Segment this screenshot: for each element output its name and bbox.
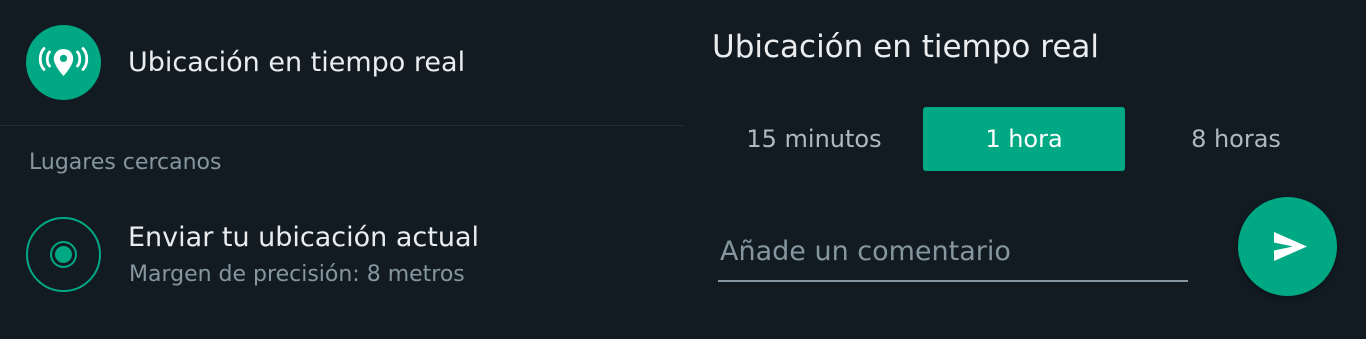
live-location-label: Ubicación en tiempo real [128, 47, 466, 78]
duration-option-1-hour[interactable]: 1 hora [923, 107, 1125, 171]
duration-option-8-hours[interactable]: 8 horas [1142, 107, 1330, 171]
current-location-dot [55, 246, 72, 263]
current-location-ring [50, 241, 77, 268]
current-location-title: Enviar tu ubicación actual [128, 222, 479, 253]
location-options-panel: Ubicación en tiempo real Lugares cercano… [0, 0, 684, 339]
share-panel-title: Ubicación en tiempo real [712, 29, 1100, 65]
live-location-share-panel: Ubicación en tiempo real 15 minutos 1 ho… [684, 0, 1366, 339]
location-share-screen: Ubicación en tiempo real Lugares cercano… [0, 0, 1366, 339]
send-current-location-option[interactable]: Enviar tu ubicación actual Margen de pre… [0, 205, 684, 305]
current-location-icon [26, 217, 101, 292]
divider [0, 125, 684, 126]
send-icon [1274, 232, 1307, 261]
nearby-places-heading: Lugares cercanos [29, 150, 222, 175]
comment-input[interactable] [718, 226, 1188, 276]
duration-option-15-minutes[interactable]: 15 minutos [722, 107, 906, 171]
send-button[interactable] [1238, 197, 1337, 296]
current-location-accuracy: Margen de precisión: 8 metros [129, 262, 465, 287]
comment-field [718, 226, 1188, 282]
live-location-option[interactable]: Ubicación en tiempo real [0, 0, 684, 125]
live-location-icon [26, 25, 101, 100]
